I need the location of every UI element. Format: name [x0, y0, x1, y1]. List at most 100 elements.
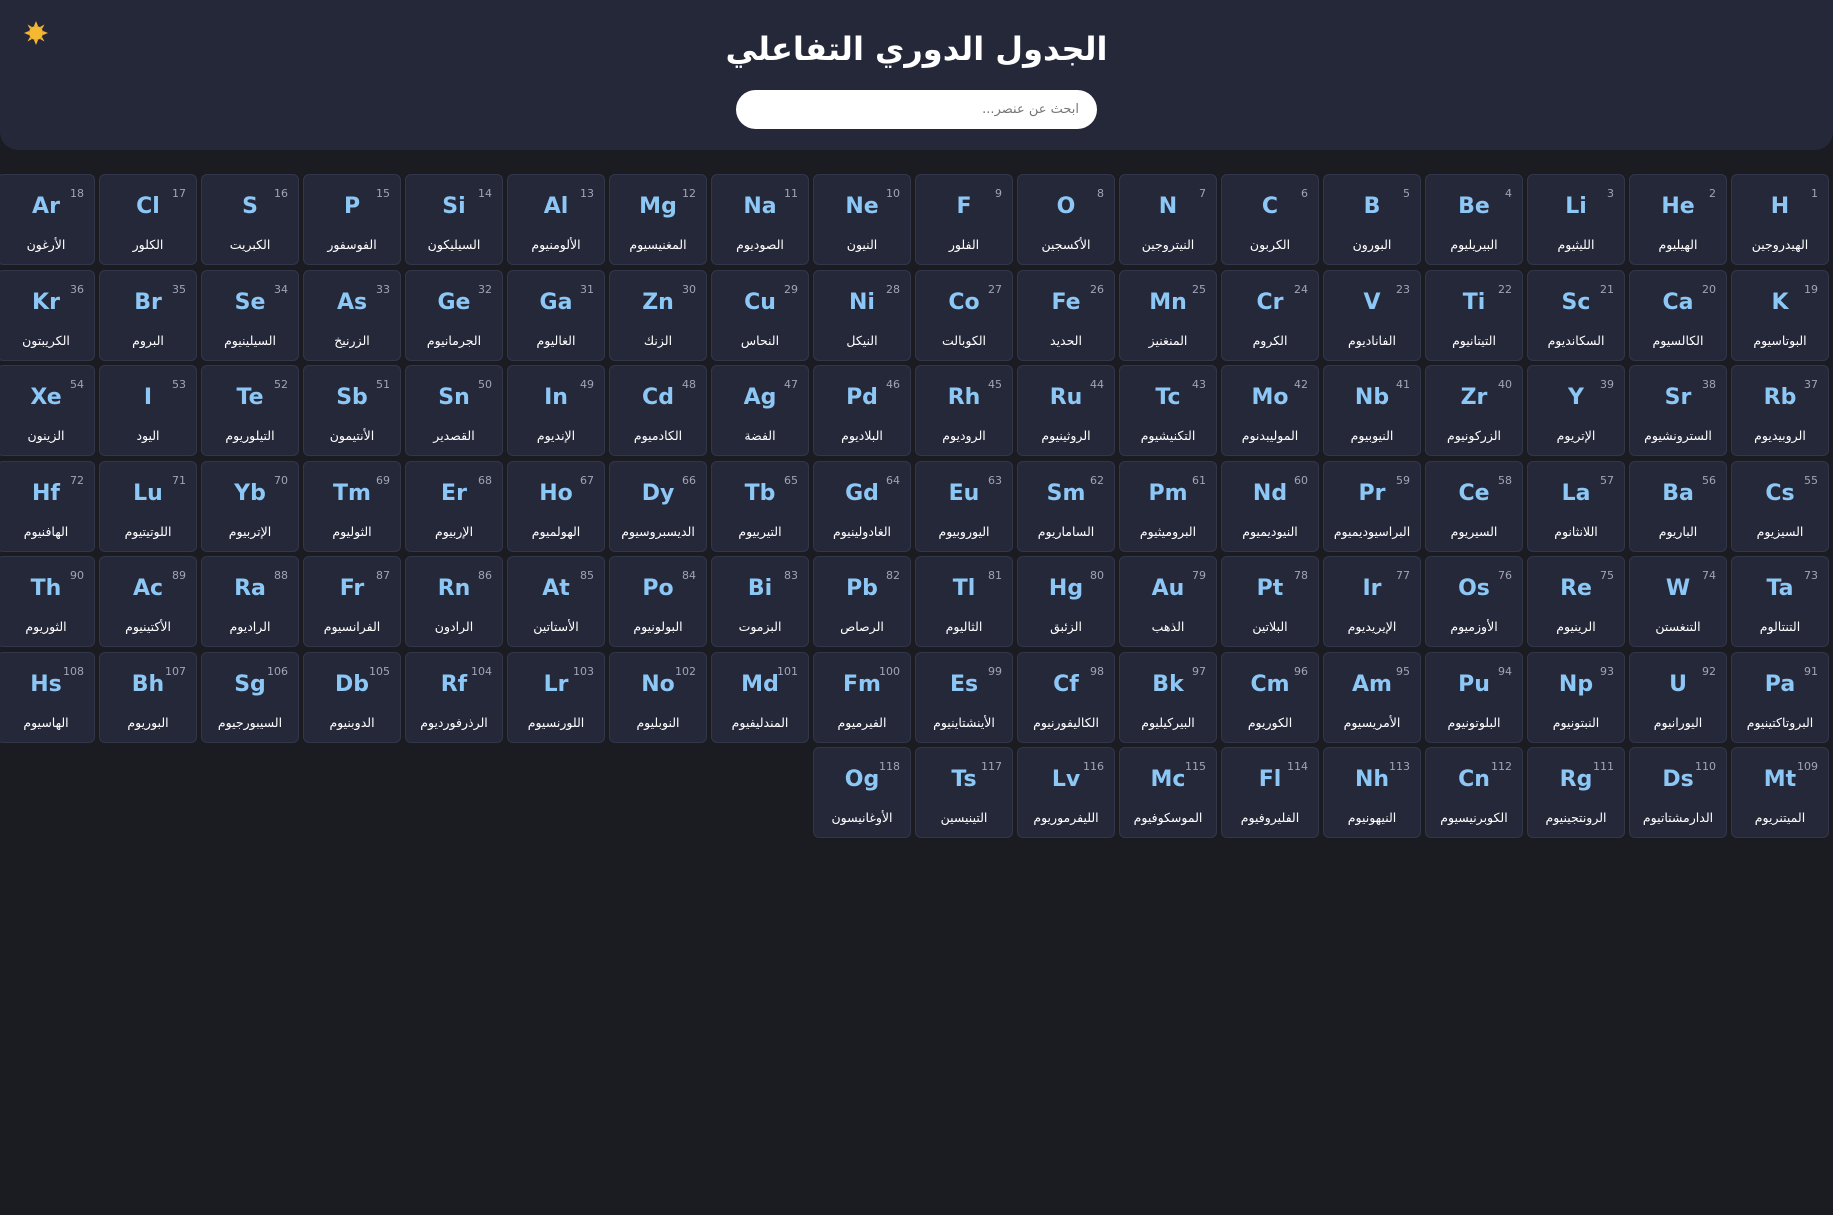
element-cell-er[interactable]: 68 Er الإربيوم [405, 460, 503, 552]
element-cell-ra[interactable]: 88 Ra الراديوم [201, 556, 299, 647]
element-cell-la[interactable]: 57 La اللانثانوم [1527, 460, 1625, 552]
element-cell-hs[interactable]: 108 Hs الهاسيوم [0, 651, 95, 743]
element-cell-cl[interactable]: 17 Cl الكلور [99, 174, 197, 265]
element-cell-w[interactable]: 74 W التنغستن [1629, 556, 1727, 647]
element-cell-tc[interactable]: 43 Tc التكنيشيوم [1119, 365, 1217, 456]
element-cell-yb[interactable]: 70 Yb الإتربيوم [201, 460, 299, 552]
element-cell-ir[interactable]: 77 Ir الإيريديوم [1323, 556, 1421, 647]
element-cell-fm[interactable]: 100 Fm الفيرميوم [813, 651, 911, 743]
element-cell-hf[interactable]: 72 Hf الهافنيوم [0, 460, 95, 552]
element-cell-pr[interactable]: 59 Pr البراسيوديميوم [1323, 460, 1421, 552]
element-cell-be[interactable]: 4 Be البيريليوم [1425, 174, 1523, 265]
element-cell-b[interactable]: 5 B البورون [1323, 174, 1421, 265]
element-cell-si[interactable]: 14 Si السيليكون [405, 174, 503, 265]
element-cell-bh[interactable]: 107 Bh البوريوم [99, 651, 197, 743]
element-cell-at[interactable]: 85 At الأستاتين [507, 556, 605, 647]
element-cell-gd[interactable]: 64 Gd الغادولينيوم [813, 460, 911, 552]
element-cell-sc[interactable]: 21 Sc السكانديوم [1527, 269, 1625, 361]
element-cell-lv[interactable]: 116 Lv الليفرموريوم [1017, 747, 1115, 838]
element-cell-th[interactable]: 90 Th الثوريوم [0, 556, 95, 647]
element-cell-xe[interactable]: 54 Xe الزينون [0, 365, 95, 456]
element-cell-f[interactable]: 9 F الفلور [915, 174, 1013, 265]
element-cell-ga[interactable]: 31 Ga الغاليوم [507, 269, 605, 361]
element-cell-co[interactable]: 27 Co الكوبالت [915, 269, 1013, 361]
element-cell-ds[interactable]: 110 Ds الدارمشتاتيوم [1629, 747, 1727, 838]
element-cell-s[interactable]: 16 S الكبريت [201, 174, 299, 265]
element-cell-rb[interactable]: 37 Rb الروبيديوم [1731, 365, 1829, 456]
element-cell-mo[interactable]: 42 Mo الموليبدنوم [1221, 365, 1319, 456]
element-cell-pa[interactable]: 91 Pa البروتاكتينيوم [1731, 651, 1829, 743]
element-cell-he[interactable]: 2 He الهيليوم [1629, 174, 1727, 265]
element-cell-zn[interactable]: 30 Zn الزنك [609, 269, 707, 361]
element-cell-as[interactable]: 33 As الزرنيخ [303, 269, 401, 361]
element-cell-y[interactable]: 39 Y الإتريوم [1527, 365, 1625, 456]
element-cell-lr[interactable]: 103 Lr اللورنسيوم [507, 651, 605, 743]
element-cell-ar[interactable]: 18 Ar الأرغون [0, 174, 95, 265]
element-cell-po[interactable]: 84 Po البولونيوم [609, 556, 707, 647]
element-cell-ba[interactable]: 56 Ba الباريوم [1629, 460, 1727, 552]
element-cell-tl[interactable]: 81 Tl الثاليوم [915, 556, 1013, 647]
element-cell-sn[interactable]: 50 Sn القصدير [405, 365, 503, 456]
element-cell-bi[interactable]: 83 Bi البزموت [711, 556, 809, 647]
element-cell-am[interactable]: 95 Am الأمريسيوم [1323, 651, 1421, 743]
element-cell-ge[interactable]: 32 Ge الجرمانيوم [405, 269, 503, 361]
element-cell-ac[interactable]: 89 Ac الأكتينيوم [99, 556, 197, 647]
element-cell-hg[interactable]: 80 Hg الزئبق [1017, 556, 1115, 647]
element-cell-mg[interactable]: 12 Mg المغنيسيوم [609, 174, 707, 265]
element-cell-tm[interactable]: 69 Tm الثوليوم [303, 460, 401, 552]
element-cell-os[interactable]: 76 Os الأوزميوم [1425, 556, 1523, 647]
element-cell-in[interactable]: 49 In الإنديوم [507, 365, 605, 456]
element-cell-es[interactable]: 99 Es الأينشتاينيوم [915, 651, 1013, 743]
element-cell-se[interactable]: 34 Se السيلينيوم [201, 269, 299, 361]
element-cell-lu[interactable]: 71 Lu اللوتيتيوم [99, 460, 197, 552]
element-cell-te[interactable]: 52 Te التيلوريوم [201, 365, 299, 456]
element-cell-nb[interactable]: 41 Nb النيوبيوم [1323, 365, 1421, 456]
element-cell-br[interactable]: 35 Br البروم [99, 269, 197, 361]
element-cell-ti[interactable]: 22 Ti التيتانيوم [1425, 269, 1523, 361]
element-cell-nh[interactable]: 113 Nh النيهونيوم [1323, 747, 1421, 838]
element-cell-pd[interactable]: 46 Pd البلاديوم [813, 365, 911, 456]
element-cell-dy[interactable]: 66 Dy الديسبروسيوم [609, 460, 707, 552]
element-cell-ru[interactable]: 44 Ru الروثينيوم [1017, 365, 1115, 456]
element-cell-rg[interactable]: 111 Rg الرونتجينيوم [1527, 747, 1625, 838]
element-cell-li[interactable]: 3 Li الليثيوم [1527, 174, 1625, 265]
element-cell-pu[interactable]: 94 Pu البلوتونيوم [1425, 651, 1523, 743]
element-cell-pt[interactable]: 78 Pt البلاتين [1221, 556, 1319, 647]
element-cell-o[interactable]: 8 O الأكسجين [1017, 174, 1115, 265]
element-cell-k[interactable]: 19 K البوتاسيوم [1731, 269, 1829, 361]
element-cell-zr[interactable]: 40 Zr الزركونيوم [1425, 365, 1523, 456]
element-cell-bk[interactable]: 97 Bk البيركيليوم [1119, 651, 1217, 743]
element-cell-i[interactable]: 53 I اليود [99, 365, 197, 456]
search-input[interactable] [736, 90, 1097, 129]
element-cell-sg[interactable]: 106 Sg السيبورجيوم [201, 651, 299, 743]
element-cell-ts[interactable]: 117 Ts التينيسين [915, 747, 1013, 838]
element-cell-ho[interactable]: 67 Ho الهولميوم [507, 460, 605, 552]
element-cell-db[interactable]: 105 Db الدوبنيوم [303, 651, 401, 743]
element-cell-cn[interactable]: 112 Cn الكوبرنيسيوم [1425, 747, 1523, 838]
element-cell-mt[interactable]: 109 Mt الميتنريوم [1731, 747, 1829, 838]
element-cell-al[interactable]: 13 Al الألومنيوم [507, 174, 605, 265]
element-cell-cm[interactable]: 96 Cm الكوريوم [1221, 651, 1319, 743]
element-cell-p[interactable]: 15 P الفوسفور [303, 174, 401, 265]
element-cell-h[interactable]: 1 H الهيدروجين [1731, 174, 1829, 265]
element-cell-sm[interactable]: 62 Sm الساماريوم [1017, 460, 1115, 552]
element-cell-eu[interactable]: 63 Eu اليوروبيوم [915, 460, 1013, 552]
element-cell-sr[interactable]: 38 Sr السترونشيوم [1629, 365, 1727, 456]
element-cell-n[interactable]: 7 N النيتروجين [1119, 174, 1217, 265]
element-cell-og[interactable]: 118 Og الأوغانيسون [813, 747, 911, 838]
element-cell-u[interactable]: 92 U اليورانيوم [1629, 651, 1727, 743]
element-cell-mc[interactable]: 115 Mc الموسكوفيوم [1119, 747, 1217, 838]
element-cell-mn[interactable]: 25 Mn المنغنيز [1119, 269, 1217, 361]
element-cell-kr[interactable]: 36 Kr الكريبتون [0, 269, 95, 361]
element-cell-v[interactable]: 23 V الفاناديوم [1323, 269, 1421, 361]
element-cell-cs[interactable]: 55 Cs السيزيوم [1731, 460, 1829, 552]
element-cell-na[interactable]: 11 Na الصوديوم [711, 174, 809, 265]
element-cell-no[interactable]: 102 No النوبليوم [609, 651, 707, 743]
element-cell-ta[interactable]: 73 Ta التنتالوم [1731, 556, 1829, 647]
element-cell-ne[interactable]: 10 Ne النيون [813, 174, 911, 265]
element-cell-cf[interactable]: 98 Cf الكاليفورنيوم [1017, 651, 1115, 743]
element-cell-fl[interactable]: 114 Fl الفليروفيوم [1221, 747, 1319, 838]
element-cell-nd[interactable]: 60 Nd النيوديميوم [1221, 460, 1319, 552]
element-cell-pm[interactable]: 61 Pm البروميثيوم [1119, 460, 1217, 552]
element-cell-c[interactable]: 6 C الكربون [1221, 174, 1319, 265]
